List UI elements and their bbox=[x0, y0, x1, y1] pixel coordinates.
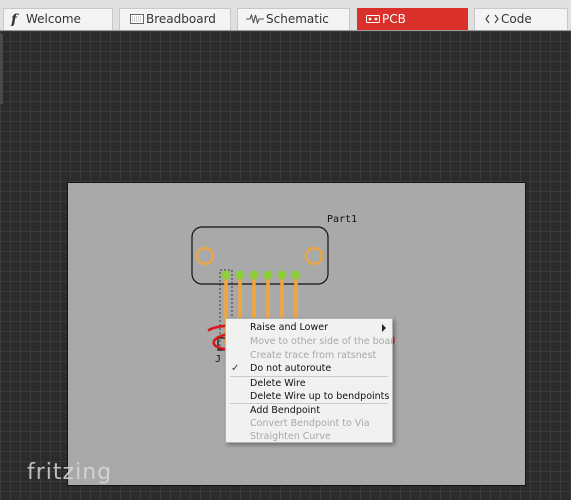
menu-item-move-to-other-side[interactable]: Move to other side of the board bbox=[226, 335, 400, 348]
code-icon bbox=[481, 9, 503, 29]
tab-schematic-label: Schematic bbox=[266, 12, 329, 26]
context-menu: Raise and Lower Move to other side of th… bbox=[225, 318, 400, 443]
menu-item-label: Move to other side of the board bbox=[250, 336, 401, 347]
menu-item-label: Delete Wire bbox=[250, 378, 306, 389]
part-label: Part1 bbox=[327, 214, 358, 225]
menu-item-raise-and-lower[interactable]: Raise and Lower bbox=[226, 321, 392, 334]
menu-item-label: Create trace from ratsnest bbox=[250, 350, 377, 361]
menu-item-straighten-curve[interactable]: Straighten Curve bbox=[226, 430, 392, 443]
tab-welcome-label: Welcome bbox=[26, 12, 81, 26]
canvas-edge-strip bbox=[0, 34, 3, 104]
menu-item-create-trace-from-ratsnest[interactable]: Create trace from ratsnest bbox=[226, 349, 392, 362]
tab-pcb-label: PCB bbox=[382, 12, 406, 26]
menu-item-label: Convert Bendpoint to Via bbox=[250, 418, 370, 429]
schematic-icon bbox=[244, 9, 266, 29]
menu-item-label: Delete Wire up to bendpoints bbox=[250, 391, 390, 402]
menu-item-do-not-autoroute[interactable]: ✓ Do not autoroute bbox=[226, 362, 392, 375]
checkmark-icon: ✓ bbox=[231, 363, 240, 374]
fritzing-f-icon: f bbox=[4, 9, 26, 29]
menu-item-label: Add Bendpoint bbox=[250, 405, 321, 416]
tab-code-label: Code bbox=[501, 12, 532, 26]
menu-item-add-bendpoint[interactable]: Add Bendpoint bbox=[226, 404, 392, 417]
tab-schematic[interactable]: Schematic bbox=[237, 8, 350, 30]
tab-pcb[interactable]: PCB bbox=[357, 8, 468, 30]
breadboard-icon bbox=[126, 9, 148, 29]
menu-item-convert-bendpoint-to-via[interactable]: Convert Bendpoint to Via bbox=[226, 417, 392, 430]
menu-item-label: Do not autoroute bbox=[250, 363, 332, 374]
menu-item-delete-wire-up-to-bendpoints[interactable]: Delete Wire up to bendpoints bbox=[226, 390, 392, 403]
submenu-arrow-icon bbox=[382, 324, 386, 332]
menu-item-label: Raise and Lower bbox=[250, 322, 329, 333]
menu-item-delete-wire[interactable]: Delete Wire bbox=[226, 377, 392, 390]
fritzing-logo: fritzing bbox=[27, 460, 113, 485]
pcb-icon bbox=[362, 9, 384, 29]
tab-bar: f Welcome Breadboard Schematic PCB Code bbox=[0, 0, 571, 31]
tab-breadboard-label: Breadboard bbox=[146, 12, 216, 26]
tab-code[interactable]: Code bbox=[474, 8, 568, 30]
menu-item-label: Straighten Curve bbox=[250, 431, 331, 442]
connector-label: J bbox=[215, 354, 222, 365]
svg-text:f: f bbox=[10, 12, 20, 26]
tab-breadboard[interactable]: Breadboard bbox=[119, 8, 231, 30]
tab-welcome[interactable]: f Welcome bbox=[3, 8, 113, 30]
